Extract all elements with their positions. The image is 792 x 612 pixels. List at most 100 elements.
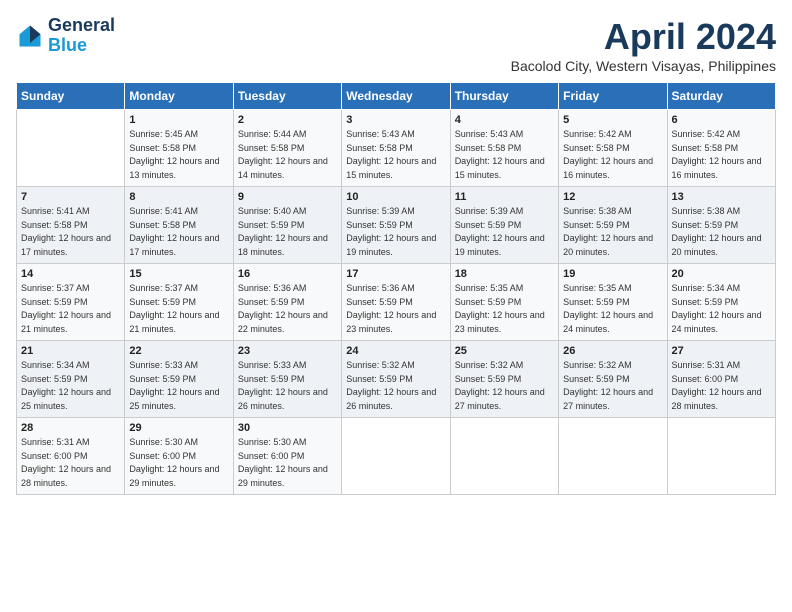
day-number: 13 [672, 191, 771, 203]
day-info: Sunrise: 5:38 AMSunset: 5:59 PMDaylight:… [563, 205, 662, 259]
calendar-cell [17, 110, 125, 187]
day-number: 4 [455, 114, 554, 126]
day-info: Sunrise: 5:42 AMSunset: 5:58 PMDaylight:… [672, 128, 771, 182]
calendar-cell: 16 Sunrise: 5:36 AMSunset: 5:59 PMDayligh… [233, 264, 341, 341]
day-info: Sunrise: 5:38 AMSunset: 5:59 PMDaylight:… [672, 205, 771, 259]
day-number: 24 [346, 345, 445, 357]
calendar-cell: 20 Sunrise: 5:34 AMSunset: 5:59 PMDayligh… [667, 264, 775, 341]
calendar-week-row: 21Sunrise: 5:34 AMSunset: 5:59 PMDayligh… [17, 341, 776, 418]
calendar-cell: 26 Sunrise: 5:32 AMSunset: 5:59 PMDayligh… [559, 341, 667, 418]
day-number: 7 [21, 191, 120, 203]
calendar-cell: 21Sunrise: 5:34 AMSunset: 5:59 PMDayligh… [17, 341, 125, 418]
calendar-cell: 13 Sunrise: 5:38 AMSunset: 5:59 PMDayligh… [667, 187, 775, 264]
calendar-cell [342, 418, 450, 495]
calendar-week-row: 28 Sunrise: 5:31 AMSunset: 6:00 PMDayligh… [17, 418, 776, 495]
day-info: Sunrise: 5:32 AMSunset: 5:59 PMDaylight:… [455, 359, 554, 413]
calendar-cell: 14 Sunrise: 5:37 AMSunset: 5:59 PMDayligh… [17, 264, 125, 341]
calendar-cell [450, 418, 558, 495]
day-info: Sunrise: 5:41 AMSunset: 5:58 PMDaylight:… [129, 205, 228, 259]
day-number: 17 [346, 268, 445, 280]
calendar-body: 1 Sunrise: 5:45 AMSunset: 5:58 PMDaylight… [17, 110, 776, 495]
day-number: 15 [129, 268, 228, 280]
calendar-week-row: 14 Sunrise: 5:37 AMSunset: 5:59 PMDayligh… [17, 264, 776, 341]
calendar-cell: 6 Sunrise: 5:42 AMSunset: 5:58 PMDaylight… [667, 110, 775, 187]
day-info: Sunrise: 5:31 AMSunset: 6:00 PMDaylight:… [21, 436, 120, 490]
day-number: 14 [21, 268, 120, 280]
day-info: Sunrise: 5:37 AMSunset: 5:59 PMDaylight:… [21, 282, 120, 336]
day-number: 3 [346, 114, 445, 126]
day-info: Sunrise: 5:30 AMSunset: 6:00 PMDaylight:… [238, 436, 337, 490]
calendar-week-row: 7 Sunrise: 5:41 AMSunset: 5:58 PMDaylight… [17, 187, 776, 264]
calendar-week-row: 1 Sunrise: 5:45 AMSunset: 5:58 PMDaylight… [17, 110, 776, 187]
logo-text: General Blue [48, 16, 115, 56]
calendar-cell: 27Sunrise: 5:31 AMSunset: 6:00 PMDayligh… [667, 341, 775, 418]
header-cell-friday: Friday [559, 83, 667, 110]
day-info: Sunrise: 5:44 AMSunset: 5:58 PMDaylight:… [238, 128, 337, 182]
day-info: Sunrise: 5:33 AMSunset: 5:59 PMDaylight:… [238, 359, 337, 413]
day-info: Sunrise: 5:39 AMSunset: 5:59 PMDaylight:… [455, 205, 554, 259]
calendar-cell: 12 Sunrise: 5:38 AMSunset: 5:59 PMDayligh… [559, 187, 667, 264]
day-info: Sunrise: 5:34 AMSunset: 5:59 PMDaylight:… [21, 359, 120, 413]
calendar-cell: 11 Sunrise: 5:39 AMSunset: 5:59 PMDayligh… [450, 187, 558, 264]
day-info: Sunrise: 5:43 AMSunset: 5:58 PMDaylight:… [455, 128, 554, 182]
day-number: 26 [563, 345, 662, 357]
header-cell-saturday: Saturday [667, 83, 775, 110]
day-info: Sunrise: 5:41 AMSunset: 5:58 PMDaylight:… [21, 205, 120, 259]
day-number: 12 [563, 191, 662, 203]
calendar-cell: 25 Sunrise: 5:32 AMSunset: 5:59 PMDayligh… [450, 341, 558, 418]
day-info: Sunrise: 5:31 AMSunset: 6:00 PMDaylight:… [672, 359, 771, 413]
day-number: 10 [346, 191, 445, 203]
day-info: Sunrise: 5:32 AMSunset: 5:59 PMDaylight:… [346, 359, 445, 413]
calendar-cell: 4 Sunrise: 5:43 AMSunset: 5:58 PMDaylight… [450, 110, 558, 187]
day-info: Sunrise: 5:32 AMSunset: 5:59 PMDaylight:… [563, 359, 662, 413]
day-number: 1 [129, 114, 228, 126]
title-block: April 2024 Bacolod City, Western Visayas… [511, 16, 776, 74]
day-number: 30 [238, 422, 337, 434]
day-info: Sunrise: 5:37 AMSunset: 5:59 PMDaylight:… [129, 282, 228, 336]
day-info: Sunrise: 5:30 AMSunset: 6:00 PMDaylight:… [129, 436, 228, 490]
day-info: Sunrise: 5:39 AMSunset: 5:59 PMDaylight:… [346, 205, 445, 259]
calendar-cell: 8Sunrise: 5:41 AMSunset: 5:58 PMDaylight… [125, 187, 233, 264]
day-info: Sunrise: 5:36 AMSunset: 5:59 PMDaylight:… [346, 282, 445, 336]
day-info: Sunrise: 5:36 AMSunset: 5:59 PMDaylight:… [238, 282, 337, 336]
calendar-cell: 3Sunrise: 5:43 AMSunset: 5:58 PMDaylight… [342, 110, 450, 187]
day-number: 11 [455, 191, 554, 203]
day-number: 16 [238, 268, 337, 280]
calendar-cell: 24 Sunrise: 5:32 AMSunset: 5:59 PMDayligh… [342, 341, 450, 418]
day-info: Sunrise: 5:45 AMSunset: 5:58 PMDaylight:… [129, 128, 228, 182]
header-cell-tuesday: Tuesday [233, 83, 341, 110]
day-number: 5 [563, 114, 662, 126]
day-number: 29 [129, 422, 228, 434]
subtitle: Bacolod City, Western Visayas, Philippin… [511, 58, 776, 74]
header-cell-thursday: Thursday [450, 83, 558, 110]
day-info: Sunrise: 5:33 AMSunset: 5:59 PMDaylight:… [129, 359, 228, 413]
day-info: Sunrise: 5:40 AMSunset: 5:59 PMDaylight:… [238, 205, 337, 259]
calendar-cell: 10 Sunrise: 5:39 AMSunset: 5:59 PMDayligh… [342, 187, 450, 264]
day-number: 23 [238, 345, 337, 357]
month-title: April 2024 [511, 16, 776, 58]
calendar-cell: 7 Sunrise: 5:41 AMSunset: 5:58 PMDaylight… [17, 187, 125, 264]
calendar-cell: 5Sunrise: 5:42 AMSunset: 5:58 PMDaylight… [559, 110, 667, 187]
calendar-cell: 17 Sunrise: 5:36 AMSunset: 5:59 PMDayligh… [342, 264, 450, 341]
calendar-cell: 15 Sunrise: 5:37 AMSunset: 5:59 PMDayligh… [125, 264, 233, 341]
calendar-cell: 29 Sunrise: 5:30 AMSunset: 6:00 PMDayligh… [125, 418, 233, 495]
day-number: 28 [21, 422, 120, 434]
calendar-cell [559, 418, 667, 495]
calendar-cell: 18 Sunrise: 5:35 AMSunset: 5:59 PMDayligh… [450, 264, 558, 341]
calendar-table: SundayMondayTuesdayWednesdayThursdayFrid… [16, 82, 776, 495]
day-number: 6 [672, 114, 771, 126]
logo: General Blue [16, 16, 115, 56]
calendar-cell: 30 Sunrise: 5:30 AMSunset: 6:00 PMDayligh… [233, 418, 341, 495]
day-number: 25 [455, 345, 554, 357]
logo-icon [16, 22, 44, 50]
header-cell-wednesday: Wednesday [342, 83, 450, 110]
day-info: Sunrise: 5:35 AMSunset: 5:59 PMDaylight:… [455, 282, 554, 336]
calendar-cell: 2 Sunrise: 5:44 AMSunset: 5:58 PMDaylight… [233, 110, 341, 187]
day-info: Sunrise: 5:34 AMSunset: 5:59 PMDaylight:… [672, 282, 771, 336]
day-number: 2 [238, 114, 337, 126]
day-number: 18 [455, 268, 554, 280]
calendar-cell [667, 418, 775, 495]
day-number: 9 [238, 191, 337, 203]
day-number: 20 [672, 268, 771, 280]
header-cell-monday: Monday [125, 83, 233, 110]
